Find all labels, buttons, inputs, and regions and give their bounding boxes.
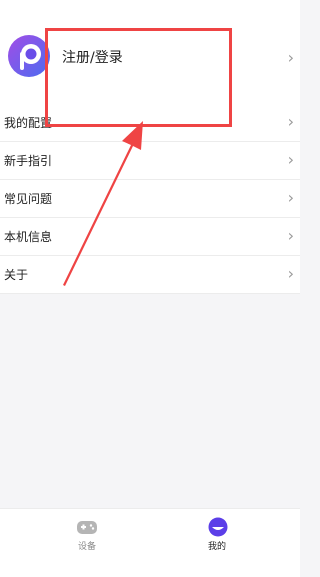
chevron-right-icon: ›	[287, 264, 294, 283]
tab-devices[interactable]: 设备	[0, 509, 150, 577]
profile-face-icon	[208, 517, 228, 537]
tab-label: 设备	[77, 542, 96, 552]
menu-item-device-info[interactable]: 本机信息 ›	[0, 218, 300, 256]
chevron-right-icon: ›	[287, 188, 294, 207]
menu-item-my-config[interactable]: 我的配置 ›	[0, 104, 300, 142]
menu-item-beginner-guide[interactable]: 新手指引 ›	[0, 142, 300, 180]
menu-item-label: 常见问题	[4, 192, 53, 206]
chevron-right-icon: ›	[287, 226, 294, 245]
menu-item-label: 我的配置	[4, 116, 53, 130]
menu-item-faq[interactable]: 常见问题 ›	[0, 180, 300, 218]
login-register-label[interactable]: 注册/登录	[62, 49, 123, 67]
chevron-right-icon: ›	[287, 150, 294, 169]
chevron-right-icon: ›	[287, 48, 294, 67]
tab-label: 我的	[207, 542, 226, 552]
menu-item-label: 关于	[4, 268, 29, 282]
menu-item-about[interactable]: 关于 ›	[0, 256, 300, 294]
bottom-tab-bar: 设备 我的	[0, 508, 300, 577]
settings-menu: 我的配置 › 新手指引 › 常见问题 › 本机信息 › 关于 ›	[0, 104, 300, 294]
menu-item-label: 新手指引	[4, 154, 53, 168]
tab-mine[interactable]: 我的	[150, 509, 300, 577]
app-avatar-icon	[8, 35, 50, 77]
menu-item-label: 本机信息	[4, 230, 53, 244]
gamepad-icon	[77, 521, 97, 534]
chevron-right-icon: ›	[287, 112, 294, 131]
profile-header[interactable]: 注册/登录 ›	[0, 0, 300, 112]
